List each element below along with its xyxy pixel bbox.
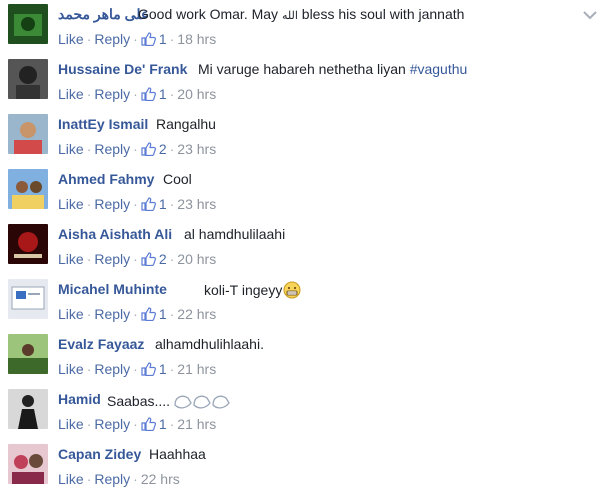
comment-author-name[interactable]: InattEy Ismail <box>58 116 148 132</box>
comment-author-name[interactable]: Hamid <box>58 391 101 407</box>
like-link[interactable]: Like <box>58 416 84 432</box>
like-link[interactable]: Like <box>58 141 84 157</box>
comment-text: Saabas.... <box>107 391 234 411</box>
like-link[interactable]: Like <box>58 471 84 487</box>
like-link[interactable]: Like <box>58 306 84 322</box>
comment-actions: Like · Reply · 1 · 21 hrs <box>58 416 217 432</box>
comment-text: koli-T ingeyy <box>204 281 301 299</box>
comment-item: على ماهر محمد Good work Omar. May الله b… <box>0 0 608 55</box>
reply-link[interactable]: Reply <box>94 86 130 102</box>
like-count[interactable]: 2 <box>141 141 167 157</box>
comment-item: Hussaine De' Frank Mi varuge habareh net… <box>0 55 608 110</box>
comment-actions: Like · Reply · 2 · 23 hrs <box>58 141 217 157</box>
comment-list: على ماهر محمد Good work Omar. May الله b… <box>0 0 608 500</box>
reply-link[interactable]: Reply <box>94 361 130 377</box>
grimacing-face-emoji <box>283 281 301 299</box>
thumbs-up-icon <box>141 252 156 266</box>
clapping-hands-sticker <box>174 395 230 409</box>
like-link[interactable]: Like <box>58 196 84 212</box>
hashtag-link[interactable]: #vaguthu <box>410 61 468 77</box>
avatar[interactable] <box>8 114 48 154</box>
like-count[interactable]: 1 <box>141 31 167 47</box>
comment-actions: Like · Reply · 1 · 20 hrs <box>58 86 217 102</box>
thumbs-up-icon <box>141 32 156 46</box>
comment-actions: Like · Reply · 1 · 22 hrs <box>58 306 217 322</box>
avatar[interactable] <box>8 279 48 319</box>
thumbs-up-icon <box>141 197 156 211</box>
comment-item: InattEy Ismail Rangalhu Like · Reply · 2 · 23 … <box>0 110 608 165</box>
comment-author-name[interactable]: على ماهر محمد <box>58 6 149 23</box>
comment-actions: Like · Reply · 1 · 21 hrs <box>58 361 217 377</box>
like-link[interactable]: Like <box>58 251 84 267</box>
comment-item: Ahmed Fahmy Cool Like · Reply · 1 · 23 hrs <box>0 165 608 220</box>
comment-actions: Like · Reply · 1 · 23 hrs <box>58 196 217 212</box>
avatar[interactable] <box>8 389 48 429</box>
like-count[interactable]: 1 <box>141 86 167 102</box>
comment-item: Hamid Saabas.... Like · Reply · 1 · 21 hrs <box>0 385 608 440</box>
comment-text: Good work Omar. May الله bless his soul … <box>138 6 465 22</box>
comment-author-name[interactable]: Evalz Fayaaz <box>58 336 144 352</box>
timestamp[interactable]: 22 hrs <box>177 306 216 322</box>
thumbs-up-icon <box>141 142 156 156</box>
thumbs-up-icon <box>141 417 156 431</box>
reply-link[interactable]: Reply <box>94 141 130 157</box>
comment-item: Micahel Muhinte koli-T ingeyy Like · Reply… <box>0 275 608 330</box>
comment-text: Haahhaa <box>149 446 206 462</box>
reply-link[interactable]: Reply <box>94 31 130 47</box>
avatar[interactable] <box>8 169 48 209</box>
comment-author-name[interactable]: Capan Zidey <box>58 446 141 462</box>
comment-actions: Like · Reply · 1 · 18 hrs <box>58 31 217 47</box>
timestamp[interactable]: 21 hrs <box>177 416 216 432</box>
like-count[interactable]: 1 <box>141 361 167 377</box>
timestamp[interactable]: 20 hrs <box>177 86 216 102</box>
like-link[interactable]: Like <box>58 361 84 377</box>
chevron-down-icon[interactable] <box>582 9 598 21</box>
comment-text: alhamdhulihlaahi. <box>155 336 264 352</box>
comment-author-name[interactable]: Micahel Muhinte <box>58 281 167 297</box>
reply-link[interactable]: Reply <box>94 306 130 322</box>
thumbs-up-icon <box>141 362 156 376</box>
comment-text: al hamdhulilaahi <box>184 226 286 242</box>
comment-text: Mi varuge habareh nethetha liyan #vaguth… <box>198 61 468 77</box>
comment-actions: Like · Reply · 22 hrs <box>58 471 180 487</box>
comment-author-name[interactable]: Ahmed Fahmy <box>58 171 154 187</box>
comment-author-name[interactable]: Hussaine De' Frank <box>58 61 187 77</box>
timestamp[interactable]: 21 hrs <box>177 361 216 377</box>
timestamp[interactable]: 18 hrs <box>177 31 216 47</box>
like-count[interactable]: 1 <box>141 196 167 212</box>
reply-link[interactable]: Reply <box>94 416 130 432</box>
comment-author-name[interactable]: Aisha Aishath Ali <box>58 226 172 242</box>
avatar[interactable] <box>8 59 48 99</box>
timestamp[interactable]: 22 hrs <box>141 471 180 487</box>
like-count[interactable]: 2 <box>141 251 167 267</box>
comment-item: Capan Zidey Haahhaa Like · Reply · 22 hrs <box>0 440 608 495</box>
thumbs-up-icon <box>141 87 156 101</box>
like-link[interactable]: Like <box>58 86 84 102</box>
reply-link[interactable]: Reply <box>94 471 130 487</box>
timestamp[interactable]: 20 hrs <box>177 251 216 267</box>
comment-item: Evalz Fayaaz alhamdhulihlaahi. Like · Repl… <box>0 330 608 385</box>
reply-link[interactable]: Reply <box>94 251 130 267</box>
like-count[interactable]: 1 <box>141 416 167 432</box>
timestamp[interactable]: 23 hrs <box>177 196 216 212</box>
avatar[interactable] <box>8 444 48 484</box>
thumbs-up-icon <box>141 307 156 321</box>
avatar[interactable] <box>8 4 48 44</box>
comment-item: Aisha Aishath Ali al hamdhulilaahi Like ·… <box>0 220 608 275</box>
timestamp[interactable]: 23 hrs <box>177 141 216 157</box>
reply-link[interactable]: Reply <box>94 196 130 212</box>
comment-text: Cool <box>163 171 192 187</box>
comment-text: Rangalhu <box>156 116 216 132</box>
comment-actions: Like · Reply · 2 · 20 hrs <box>58 251 217 267</box>
avatar[interactable] <box>8 224 48 264</box>
like-count[interactable]: 1 <box>141 306 167 322</box>
like-link[interactable]: Like <box>58 31 84 47</box>
avatar[interactable] <box>8 334 48 374</box>
